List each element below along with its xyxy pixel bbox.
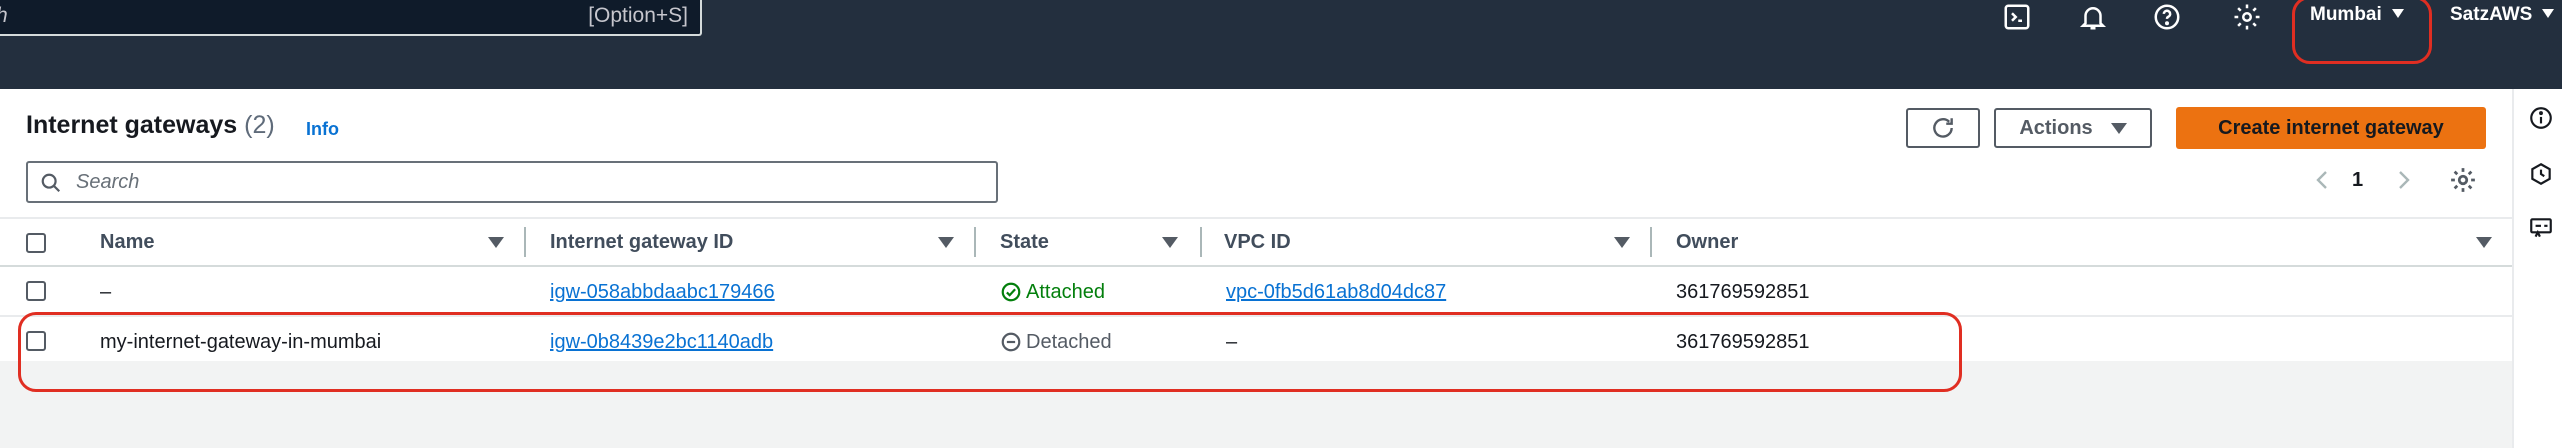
feedback-icon[interactable]: [2528, 215, 2554, 241]
cloudshell-icon[interactable]: [2000, 0, 2034, 34]
column-header-state[interactable]: State: [1000, 231, 1049, 254]
caret-down-icon: [2542, 9, 2555, 18]
sort-caret-icon[interactable]: [2476, 237, 2492, 248]
info-link[interactable]: Info: [306, 119, 339, 140]
column-header-vpc-id[interactable]: VPC ID: [1224, 231, 1291, 254]
search-icon: [41, 173, 61, 193]
column-resizer[interactable]: [1200, 227, 1202, 257]
table-preferences-gear-icon[interactable]: [2448, 165, 2478, 195]
region-selector[interactable]: Mumbai: [2310, 4, 2404, 26]
caret-down-icon: [2391, 9, 2404, 18]
cell-vpc-id: –: [1226, 331, 1238, 353]
create-internet-gateway-button[interactable]: Create internet gateway: [2176, 107, 2486, 149]
page-background: [0, 361, 2512, 448]
page-title: Internet gateways (2): [26, 111, 275, 140]
current-page-number[interactable]: 1: [2352, 169, 2363, 192]
caret-down-icon: [2110, 122, 2127, 134]
column-header-name[interactable]: Name: [100, 231, 154, 254]
account-menu[interactable]: SatzAWS: [2450, 4, 2555, 26]
recent-activity-icon[interactable]: [2528, 161, 2554, 187]
row-checkbox[interactable]: [26, 281, 46, 301]
refresh-icon: [1933, 118, 1953, 138]
table-header: Name Internet gateway ID State VPC ID Ow…: [0, 217, 2512, 267]
column-resizer[interactable]: [974, 227, 976, 257]
cell-state: Attached: [1000, 281, 1105, 304]
sort-caret-icon[interactable]: [1162, 237, 1178, 248]
region-label: Mumbai: [2310, 4, 2382, 25]
cell-igw-id-link[interactable]: igw-058abbdaabc179466: [550, 281, 775, 304]
internet-gateways-panel: Internet gateways (2) Info Actions Creat…: [0, 89, 2512, 367]
cell-igw-id-link[interactable]: igw-0b8439e2bc1140adb: [550, 331, 773, 354]
column-header-igw-id[interactable]: Internet gateway ID: [550, 231, 733, 254]
table-row[interactable]: – igw-058abbdaabc179466 Attached vpc-0fb…: [0, 267, 2512, 317]
actions-dropdown[interactable]: Actions: [1994, 108, 2152, 148]
column-resizer[interactable]: [524, 227, 526, 257]
cell-state: Detached: [1000, 331, 1112, 354]
global-search-placeholder: h: [0, 4, 8, 28]
global-search-box[interactable]: h [Option+S]: [0, 0, 702, 36]
search-shortcut-hint: [Option+S]: [588, 4, 688, 27]
right-utility-bar: [2512, 89, 2562, 448]
row-checkbox[interactable]: [26, 331, 46, 351]
cell-owner: 361769592851: [1676, 331, 1810, 353]
table-row[interactable]: my-internet-gateway-in-mumbai igw-0b8439…: [0, 317, 2512, 367]
cell-vpc-id-link[interactable]: vpc-0fb5d61ab8d04dc87: [1226, 281, 1446, 304]
stopped-minus-icon: [1001, 332, 1021, 352]
account-label: SatzAWS: [2450, 4, 2533, 25]
state-label: Attached: [1026, 281, 1105, 303]
next-page-icon[interactable]: [2392, 165, 2416, 195]
item-count: (2): [244, 111, 275, 139]
refresh-button[interactable]: [1906, 108, 1980, 148]
search-input[interactable]: [76, 167, 976, 197]
search-field[interactable]: [26, 161, 998, 203]
column-resizer[interactable]: [1650, 227, 1652, 257]
title-text: Internet gateways: [26, 111, 238, 139]
cell-owner: 361769592851: [1676, 281, 1810, 303]
sort-caret-icon[interactable]: [488, 237, 504, 248]
help-icon[interactable]: [2150, 0, 2184, 34]
column-header-owner[interactable]: Owner: [1676, 231, 1738, 254]
cell-name: my-internet-gateway-in-mumbai: [100, 331, 382, 353]
state-label: Detached: [1026, 331, 1112, 353]
success-check-icon: [1001, 282, 1021, 302]
previous-page-icon[interactable]: [2310, 165, 2334, 195]
sort-caret-icon[interactable]: [1614, 237, 1630, 248]
info-circle-icon[interactable]: [2528, 105, 2554, 131]
top-nav: h [Option+S] Mumbai SatzAWS: [0, 0, 2562, 89]
settings-icon[interactable]: [2230, 0, 2264, 34]
cell-name: –: [100, 281, 112, 303]
sort-caret-icon[interactable]: [938, 237, 954, 248]
bell-icon[interactable]: [2076, 0, 2110, 34]
actions-label: Actions: [2019, 116, 2093, 139]
select-all-checkbox[interactable]: [26, 233, 46, 253]
